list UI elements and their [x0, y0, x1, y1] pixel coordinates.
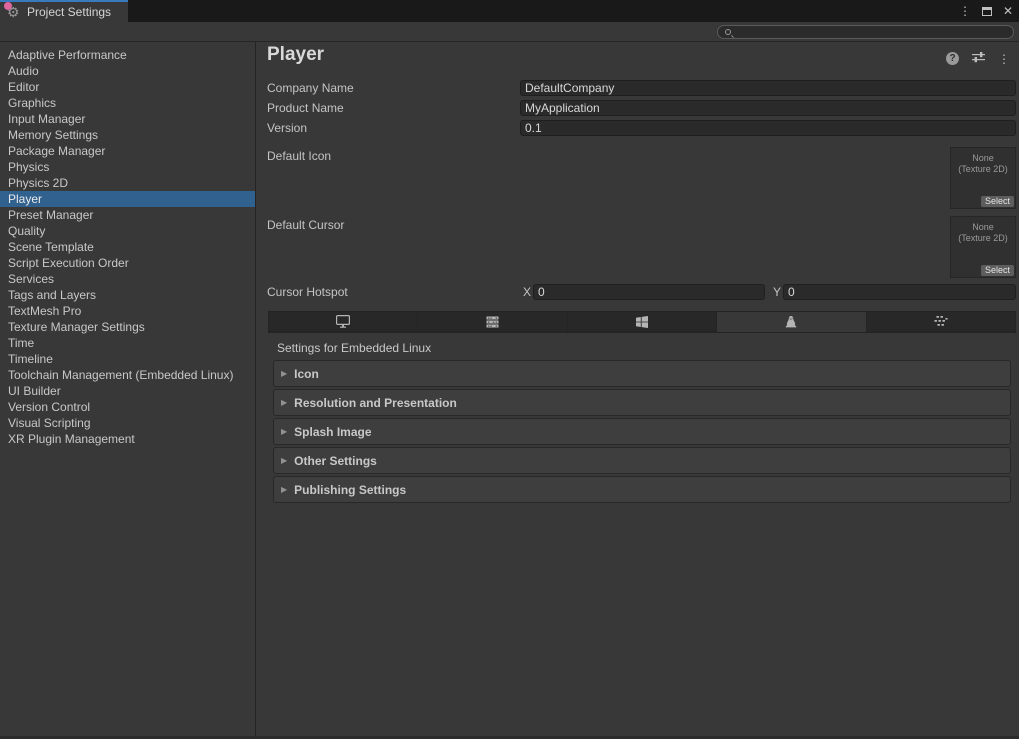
sidebar-item-package-manager[interactable]: Package Manager: [0, 143, 255, 159]
sidebar-item-scene-template[interactable]: Scene Template: [0, 239, 255, 255]
close-icon[interactable]: ✕: [1003, 4, 1013, 18]
sidebar-item-editor[interactable]: Editor: [0, 79, 255, 95]
sidebar-item-player[interactable]: Player: [0, 191, 255, 207]
hotspot-y-field[interactable]: [783, 284, 1016, 300]
foldout-arrow-icon: ▶: [281, 428, 287, 436]
page-title: Player: [267, 44, 324, 66]
sidebar-item-xr-plugin-management[interactable]: XR Plugin Management: [0, 431, 255, 447]
section-label: Other Settings: [294, 454, 377, 468]
window-controls: ⋮ ✕: [959, 0, 1013, 22]
product-name-label: Product Name: [267, 101, 344, 115]
cursor-hotspot-label: Cursor Hotspot: [267, 285, 348, 299]
foldout-arrow-icon: ▶: [281, 457, 287, 465]
version-field[interactable]: [520, 120, 1016, 136]
pink-badge-icon: [4, 2, 12, 10]
platform-tab-windows[interactable]: [568, 312, 717, 332]
default-cursor-label: Default Cursor: [267, 218, 344, 232]
sidebar-item-visual-scripting[interactable]: Visual Scripting: [0, 415, 255, 431]
sidebar-item-preset-manager[interactable]: Preset Manager: [0, 207, 255, 223]
qnx-icon: [933, 316, 948, 327]
settings-category-list: Adaptive PerformanceAudioEditorGraphicsI…: [0, 42, 256, 739]
default-cursor-select-button[interactable]: Select: [981, 265, 1014, 276]
sidebar-item-audio[interactable]: Audio: [0, 63, 255, 79]
presets-icon[interactable]: [972, 51, 985, 66]
server-icon: [486, 316, 499, 328]
section-splash-image[interactable]: ▶ Splash Image: [273, 418, 1011, 445]
hotspot-x-label: X: [523, 285, 531, 299]
sidebar-item-input-manager[interactable]: Input Manager: [0, 111, 255, 127]
hotspot-y-label: Y: [773, 285, 781, 299]
platform-tab-dedicated-server[interactable]: [418, 312, 567, 332]
sidebar-item-services[interactable]: Services: [0, 271, 255, 287]
window-menu-icon[interactable]: ⋮: [959, 5, 971, 17]
platform-tab-bar: [268, 311, 1016, 333]
tab-title: Project Settings: [27, 5, 111, 19]
default-cursor-type-text: (Texture 2D): [951, 233, 1015, 244]
panel-menu-icon[interactable]: ⋮: [998, 53, 1010, 65]
foldout-arrow-icon: ▶: [281, 399, 287, 407]
default-icon-label: Default Icon: [267, 149, 331, 163]
player-settings-panel: Player ? ⋮ Company Name Product Name Ver…: [256, 42, 1019, 739]
hotspot-x-field[interactable]: [533, 284, 765, 300]
sidebar-item-texture-manager-settings[interactable]: Texture Manager Settings: [0, 319, 255, 335]
foldout-arrow-icon: ▶: [281, 370, 287, 378]
sidebar-item-physics-2d[interactable]: Physics 2D: [0, 175, 255, 191]
default-cursor-object-well[interactable]: None (Texture 2D) Select: [950, 216, 1016, 278]
search-field[interactable]: [717, 25, 1014, 39]
foldout-arrow-icon: ▶: [281, 486, 287, 494]
company-name-label: Company Name: [267, 81, 354, 95]
sidebar-item-adaptive-performance[interactable]: Adaptive Performance: [0, 47, 255, 63]
sidebar-item-tags-and-layers[interactable]: Tags and Layers: [0, 287, 255, 303]
sidebar-item-version-control[interactable]: Version Control: [0, 399, 255, 415]
default-icon-object-well[interactable]: None (Texture 2D) Select: [950, 147, 1016, 209]
platform-tab-desktop[interactable]: [269, 312, 418, 332]
search-icon: [725, 29, 731, 35]
toolbar: [0, 22, 1019, 42]
sidebar-item-memory-settings[interactable]: Memory Settings: [0, 127, 255, 143]
platform-tab-qnx[interactable]: [867, 312, 1015, 332]
version-label: Version: [267, 121, 307, 135]
windows-icon: [636, 316, 648, 328]
settings-sections: ▶ Icon ▶ Resolution and Presentation ▶ Splash…: [273, 360, 1011, 505]
company-name-field[interactable]: [520, 80, 1016, 96]
gear-icon: ⚙: [7, 6, 21, 18]
default-icon-type-text: (Texture 2D): [951, 164, 1015, 175]
project-settings-window: ⚙ Project Settings ⋮ ✕ Adaptive Performa…: [0, 0, 1019, 739]
help-icon[interactable]: ?: [946, 52, 959, 65]
product-name-field[interactable]: [520, 100, 1016, 116]
default-cursor-none-text: None: [951, 222, 1015, 233]
section-other-settings[interactable]: ▶ Other Settings: [273, 447, 1011, 474]
section-publishing-settings[interactable]: ▶ Publishing Settings: [273, 476, 1011, 503]
default-icon-none-text: None: [951, 153, 1015, 164]
section-label: Splash Image: [294, 425, 371, 439]
section-label: Publishing Settings: [294, 483, 406, 497]
settings-for-platform-label: Settings for Embedded Linux: [277, 341, 431, 355]
sidebar-item-time[interactable]: Time: [0, 335, 255, 351]
linux-penguin-icon: [785, 316, 797, 329]
section-icon[interactable]: ▶ Icon: [273, 360, 1011, 387]
sidebar-item-ui-builder[interactable]: UI Builder: [0, 383, 255, 399]
tab-project-settings[interactable]: ⚙ Project Settings: [0, 0, 128, 22]
sidebar-item-textmesh-pro[interactable]: TextMesh Pro: [0, 303, 255, 319]
default-icon-select-button[interactable]: Select: [981, 196, 1014, 207]
monitor-icon: [336, 315, 350, 328]
sidebar-item-toolchain-management-embedded-linux[interactable]: Toolchain Management (Embedded Linux): [0, 367, 255, 383]
panel-header-icons: ? ⋮: [946, 51, 1010, 66]
sidebar-item-quality[interactable]: Quality: [0, 223, 255, 239]
section-label: Icon: [294, 367, 319, 381]
search-input[interactable]: [736, 26, 1013, 38]
maximize-icon[interactable]: [982, 7, 992, 16]
body-area: Adaptive PerformanceAudioEditorGraphicsI…: [0, 42, 1019, 739]
sidebar-item-script-execution-order[interactable]: Script Execution Order: [0, 255, 255, 271]
section-label: Resolution and Presentation: [294, 396, 457, 410]
section-resolution-and-presentation[interactable]: ▶ Resolution and Presentation: [273, 389, 1011, 416]
sidebar-item-timeline[interactable]: Timeline: [0, 351, 255, 367]
sidebar-item-physics[interactable]: Physics: [0, 159, 255, 175]
platform-tab-embedded-linux[interactable]: [717, 312, 866, 332]
titlebar: ⚙ Project Settings ⋮ ✕: [0, 0, 1019, 22]
sidebar-item-graphics[interactable]: Graphics: [0, 95, 255, 111]
